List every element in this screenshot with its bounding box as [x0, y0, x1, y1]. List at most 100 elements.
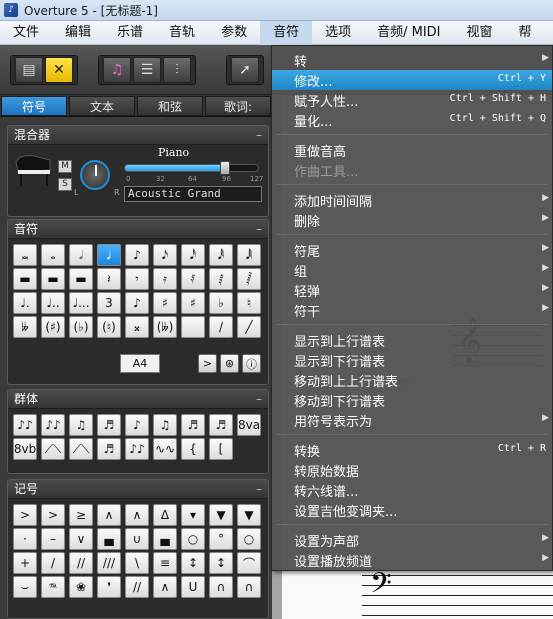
note-symbol-button[interactable]: 𝅘𝅥𝅲	[237, 244, 261, 266]
menu-item[interactable]: 量化... Ctrl + Shift + Q	[272, 110, 552, 130]
menu-notes[interactable]: 音符	[260, 20, 313, 45]
group-symbol-button[interactable]: ♬	[97, 414, 121, 436]
note-symbol-button[interactable]: 3	[97, 292, 121, 314]
score-view-icon[interactable]: ▤	[15, 57, 43, 83]
menu-item[interactable]: 转换 Ctrl + R	[272, 440, 552, 460]
group-symbol-button[interactable]: ⟋⟍	[69, 438, 93, 460]
mark-symbol-button[interactable]: ▄	[97, 528, 121, 550]
note-symbol-button[interactable]: 𝅘𝅥𝅰	[181, 244, 205, 266]
mark-symbol-button[interactable]: ∧	[153, 576, 177, 598]
menu-item[interactable]: 显示到上行谱表	[272, 330, 552, 350]
mark-symbol-button[interactable]: ∧	[97, 504, 121, 526]
mark-symbol-button[interactable]: >	[13, 504, 37, 526]
note-symbol-button[interactable]: 𝄫	[13, 316, 37, 338]
mark-symbol-button[interactable]: °	[209, 528, 233, 550]
menu-item[interactable]: 设置为声部 ▶	[272, 530, 552, 550]
menu-window[interactable]: 视窗	[454, 21, 506, 45]
tab-lyrics[interactable]: 歌词:	[205, 96, 271, 116]
mark-symbol-button[interactable]: ∩	[209, 576, 233, 598]
mark-symbol-button[interactable]: ∪	[125, 528, 149, 550]
solo-button[interactable]: S	[58, 178, 72, 191]
menu-item[interactable]: 移动到下行谱表	[272, 390, 552, 410]
menu-item[interactable]: 转 ▶	[272, 50, 552, 70]
note-symbol-button[interactable]: 𝄽	[97, 268, 121, 290]
note-symbol-button[interactable]: 𝄿	[153, 268, 177, 290]
group-symbol-button[interactable]: ♫	[69, 414, 93, 436]
mark-symbol-button[interactable]: ///	[97, 552, 121, 574]
mark-symbol-button[interactable]: ▾	[181, 504, 205, 526]
mark-symbol-button[interactable]: U	[181, 576, 205, 598]
volume-slider[interactable]	[124, 161, 259, 175]
note-symbol-button[interactable]: ♯	[153, 292, 177, 314]
menu-item[interactable]: 设置播放频道 ▶	[272, 550, 552, 570]
mark-symbol-button[interactable]: ⌣	[13, 576, 37, 598]
note-symbol-button[interactable]: ♯	[181, 292, 205, 314]
mark-symbol-button[interactable]: ▼	[209, 504, 233, 526]
note-symbol-button[interactable]: 𝅂	[237, 268, 261, 290]
mark-symbol-button[interactable]: ↕	[181, 552, 205, 574]
menu-item[interactable]: 转原始数据	[272, 460, 552, 480]
menu-item[interactable]: 显示到下行谱表	[272, 350, 552, 370]
note-symbol-button[interactable]: (𝄫)	[153, 316, 177, 338]
menu-item[interactable]: 转六线谱...	[272, 480, 552, 500]
note-symbol-button[interactable]: (♯)	[41, 316, 65, 338]
midi-icon[interactable]: ⊛	[220, 354, 239, 373]
menu-params[interactable]: 参数	[208, 21, 260, 45]
menu-file[interactable]: 文件	[0, 21, 52, 45]
group-symbol-button[interactable]: ♪♪	[41, 414, 65, 436]
info-icon[interactable]: ⓘ	[242, 354, 261, 373]
notes-view-icon[interactable]: ♫	[103, 57, 131, 83]
mark-symbol-button[interactable]: –	[41, 528, 65, 550]
note-symbol-button[interactable]	[181, 316, 205, 338]
note-symbol-button[interactable]: 𝅁	[209, 268, 233, 290]
note-symbol-button[interactable]: 𝄾	[125, 268, 149, 290]
mark-symbol-button[interactable]: >	[41, 504, 65, 526]
pointer-icon[interactable]: ➚	[231, 57, 259, 83]
note-symbol-button[interactable]: 𝅘𝅥𝅱	[209, 244, 233, 266]
mark-symbol-button[interactable]: ○	[181, 528, 205, 550]
volume-slider-thumb[interactable]	[219, 161, 230, 175]
mark-symbol-button[interactable]: //	[69, 552, 93, 574]
mark-symbol-button[interactable]: ∩	[237, 576, 261, 598]
note-symbol-button[interactable]: 𝅜	[13, 244, 37, 266]
note-symbol-button[interactable]: ▬	[13, 268, 37, 290]
mark-symbol-button[interactable]: ↕	[209, 552, 233, 574]
mixer-view-icon[interactable]: ⫶	[163, 57, 191, 83]
menu-audio-midi[interactable]: 音频/ MIDI	[364, 21, 453, 45]
pitch-field[interactable]: A4	[120, 354, 160, 373]
group-symbol-button[interactable]: [	[209, 438, 233, 460]
collapse-icon[interactable]: –	[256, 220, 262, 239]
list-view-icon[interactable]: ☰	[133, 57, 161, 83]
note-symbol-button[interactable]: 𝅝	[41, 244, 65, 266]
group-symbol-button[interactable]: ♪	[125, 414, 149, 436]
note-symbol-button[interactable]: ♩...	[69, 292, 93, 314]
mark-symbol-button[interactable]: \	[125, 552, 149, 574]
menu-item[interactable]: 用符号表示为 ▶	[272, 410, 552, 430]
note-symbol-button[interactable]: ▬	[69, 268, 93, 290]
menu-item[interactable]: 符干 ▶	[272, 300, 552, 320]
note-symbol-button[interactable]: 𝅗𝅥	[69, 244, 93, 266]
group-symbol-button[interactable]: ∿∿	[153, 438, 177, 460]
group-symbol-button[interactable]: 8va	[237, 414, 261, 436]
collapse-icon[interactable]: –	[256, 390, 262, 409]
mark-symbol-button[interactable]: Δ	[153, 504, 177, 526]
mark-symbol-button[interactable]: 𝆮	[41, 576, 65, 598]
mute-button[interactable]: M	[58, 160, 72, 173]
menu-item[interactable]: 轻弹 ▶	[272, 280, 552, 300]
play-icon[interactable]: >	[198, 354, 217, 373]
collapse-icon[interactable]: –	[256, 480, 262, 499]
menu-item[interactable]: 添加时间间隔 ▶	[272, 190, 552, 210]
note-symbol-button[interactable]: 𝅀	[181, 268, 205, 290]
tab-symbols[interactable]: 符号	[1, 96, 67, 116]
note-symbol-button[interactable]: ♩..	[41, 292, 65, 314]
tab-text[interactable]: 文本	[69, 96, 135, 116]
menu-item[interactable]: 移动到上上行谱表	[272, 370, 552, 390]
note-symbol-button[interactable]: ▬	[41, 268, 65, 290]
group-symbol-button[interactable]: ♪♪	[125, 438, 149, 460]
menu-edit[interactable]: 编辑	[52, 21, 104, 45]
note-symbol-button[interactable]: 𝄪	[125, 316, 149, 338]
note-symbol-button[interactable]: ♮	[237, 292, 261, 314]
mark-symbol-button[interactable]: ·	[13, 528, 37, 550]
note-symbol-button[interactable]: ♩.	[13, 292, 37, 314]
mark-symbol-button[interactable]: ⌒	[237, 552, 261, 574]
